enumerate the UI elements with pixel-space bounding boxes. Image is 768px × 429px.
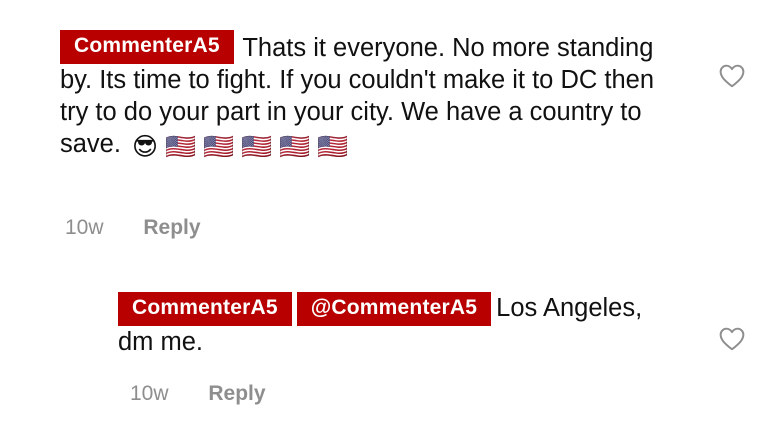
reply-button[interactable]: Reply xyxy=(143,216,200,239)
comment-1-meta: 10w Reply xyxy=(65,216,201,240)
timestamp: 10w xyxy=(130,382,169,405)
comment-2-body: CommenterA5 @CommenterA5 Los Angeles, dm m… xyxy=(118,292,678,358)
emoji-row: 😎 🇺🇸 🇺🇸 🇺🇸 🇺🇸 🇺🇸 xyxy=(132,133,349,161)
timestamp: 10w xyxy=(65,216,104,239)
mention-redacted[interactable]: @CommenterA5 xyxy=(296,292,492,326)
username-redacted[interactable]: CommenterA5 xyxy=(60,30,234,64)
comment-2-meta: 10w Reply xyxy=(130,382,266,406)
comment-2: CommenterA5 @CommenterA5 Los Angeles, dm m… xyxy=(118,292,678,358)
comment-1-body: CommenterA5 Thats it everyone. No more s… xyxy=(60,30,680,163)
heart-outline-icon[interactable] xyxy=(719,64,745,88)
comment-1: CommenterA5 Thats it everyone. No more s… xyxy=(60,30,680,163)
username-redacted[interactable]: CommenterA5 xyxy=(118,292,292,326)
heart-outline-icon[interactable] xyxy=(719,327,745,351)
reply-button[interactable]: Reply xyxy=(208,382,265,405)
